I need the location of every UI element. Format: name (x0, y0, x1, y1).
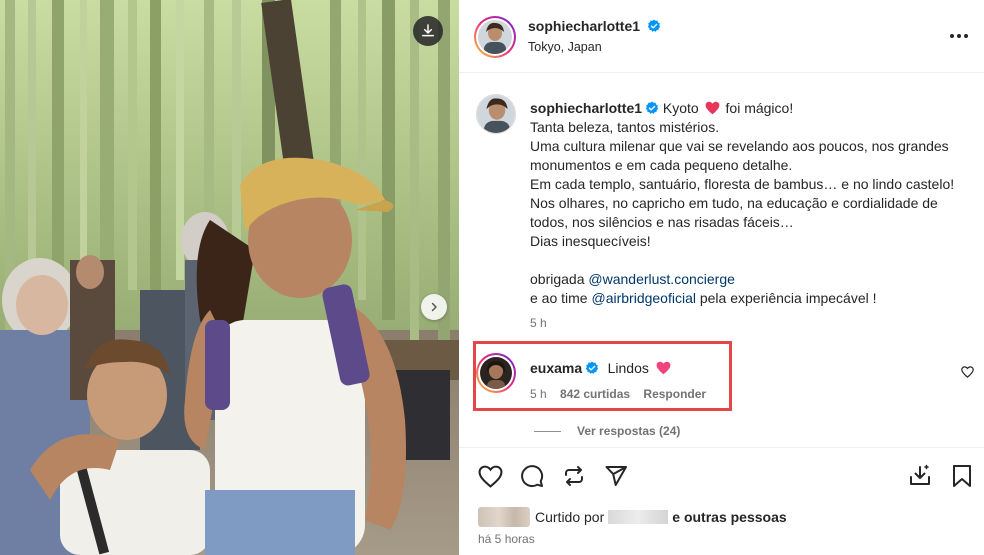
caption-experience-text: pela experiência impecável ! (699, 290, 877, 306)
author-avatar[interactable] (474, 16, 516, 58)
share-button[interactable] (602, 462, 630, 490)
caption-line: Nos olhares, no capricho em tudo, na edu… (530, 195, 938, 211)
caption-line: Uma cultura milenar que vai se revelando… (530, 138, 949, 154)
verified-badge-icon (645, 101, 659, 114)
liked-by-suffix[interactable]: e outras pessoas (672, 509, 786, 525)
repost-icon (565, 466, 583, 486)
mention-link-airbridge[interactable]: @airbridgeoficial (591, 290, 695, 306)
post-photo[interactable] (0, 0, 459, 555)
caption-username[interactable]: sophiecharlotte1 (530, 100, 642, 116)
post-timestamp[interactable]: há 5 horas (478, 532, 535, 546)
more-horizontal-icon (950, 34, 968, 38)
caption-text-kyoto: Kyoto (662, 100, 699, 116)
comment-bubble-icon (521, 465, 544, 488)
view-replies-label: Ver respostas (24) (577, 424, 681, 438)
caption-team-text: e ao time (530, 290, 588, 306)
post-header: sophiecharlotte1 Tokyo, Japan (459, 0, 984, 73)
post-location[interactable]: Tokyo, Japan (528, 40, 602, 54)
photo-scene (0, 0, 459, 555)
send-icon (605, 466, 627, 486)
comment-highlight-box (473, 341, 732, 411)
author-name-row: sophiecharlotte1 (528, 18, 661, 36)
post-caption: sophiecharlotte1 Kyoto foi mágico! Tanta… (530, 99, 975, 333)
replies-divider (534, 430, 561, 432)
heart-emoji-icon (705, 101, 719, 115)
bookmark-icon (953, 465, 971, 487)
repost-button[interactable] (560, 462, 588, 490)
liked-by-row: Curtido por e outras pessoas (478, 507, 787, 527)
liked-by-prefix: Curtido por (535, 509, 605, 525)
caption-thanks-text: obrigada (530, 271, 585, 287)
caption-thanks-line: obrigada @wanderlust.concierge (530, 270, 975, 289)
author-username[interactable]: sophiecharlotte1 (528, 18, 640, 34)
post-panel: sophiecharlotte1 Tokyo, Japan sophiechar… (459, 0, 984, 555)
caption-time[interactable]: 5 h (530, 314, 975, 333)
heart-outline-icon (960, 366, 974, 378)
chevron-right-icon (431, 302, 437, 312)
like-button[interactable] (476, 462, 504, 490)
caption-line: todos, nos silêncios e nas risadas fácei… (530, 214, 794, 230)
download-icon (421, 24, 435, 37)
more-options-button[interactable] (945, 26, 973, 46)
liked-by-user-blurred[interactable] (608, 510, 669, 524)
caption-line: monumentos e em cada pequeno detalhe. (530, 157, 793, 173)
mention-link-wanderlust[interactable]: @wanderlust.concierge (588, 271, 735, 287)
view-replies-button[interactable]: Ver respostas (24) (534, 424, 680, 438)
caption-avatar[interactable] (476, 94, 516, 134)
comment-like-button[interactable] (959, 364, 975, 380)
download-post-button[interactable] (906, 462, 934, 490)
caption-team-line: e ao time @airbridgeoficial pela experiê… (530, 289, 975, 308)
caption-line: Em cada templo, santuário, floresta de b… (530, 176, 955, 192)
caption-line: Dias inesquecíveis! (530, 233, 651, 249)
caption-line: Tanta beleza, tantos mistérios. (530, 119, 720, 135)
save-button[interactable] (948, 462, 976, 490)
next-photo-button[interactable] (421, 294, 447, 320)
action-bar-divider (459, 447, 984, 448)
caption-text-magico: foi mágico! (725, 100, 794, 116)
caption-first-line: sophiecharlotte1 Kyoto foi mágico! (530, 99, 975, 118)
author-avatar-image (478, 20, 512, 54)
heart-outline-icon (478, 465, 502, 488)
caption-avatar-image (477, 95, 515, 133)
download-button[interactable] (413, 16, 443, 46)
liked-by-avatars-blurred[interactable] (478, 507, 530, 527)
comment-button[interactable] (518, 462, 546, 490)
download-tray-icon (910, 464, 930, 485)
verified-badge-icon (648, 19, 661, 32)
